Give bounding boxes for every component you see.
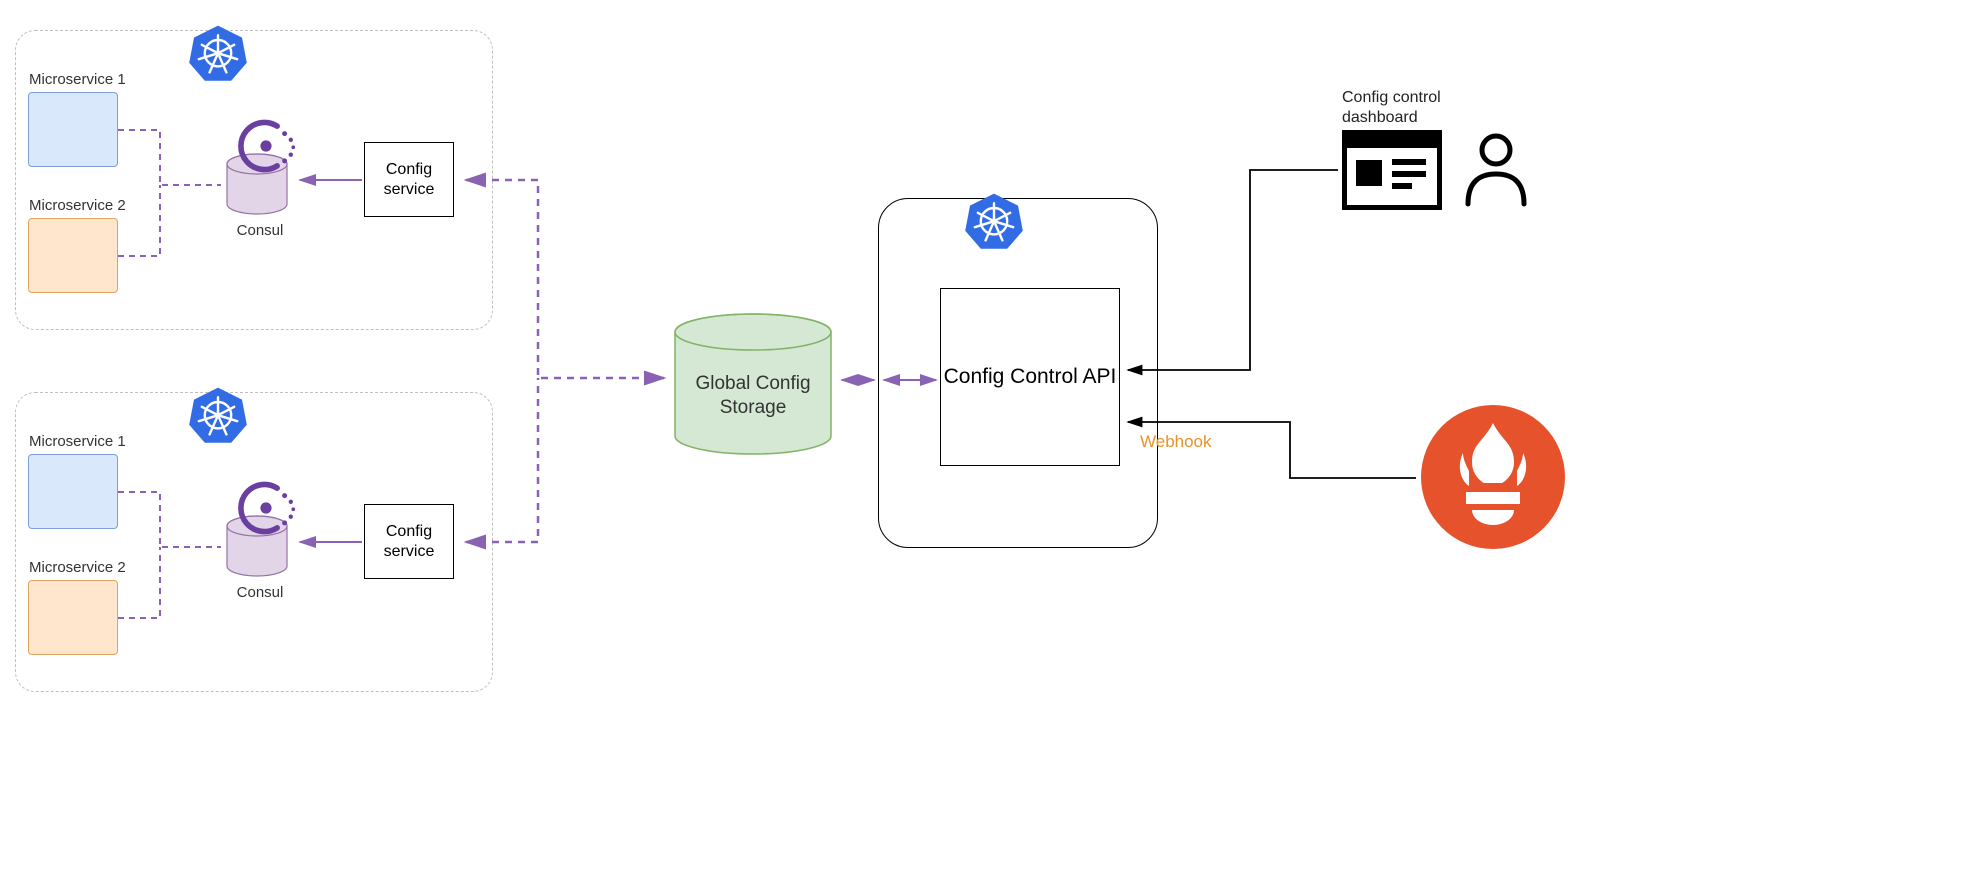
global-storage-label: Global Config Storage	[688, 372, 818, 420]
config-service-box: Config service	[364, 504, 454, 579]
config-control-api-label: Config Control API	[944, 363, 1117, 390]
microservice-1-label: Microservice 1	[29, 71, 126, 88]
microservice-1-box: Microservice 1	[28, 454, 118, 529]
microservice-2-box: Microservice 2	[28, 218, 118, 293]
user-icon	[1462, 132, 1530, 208]
config-service-box: Config service	[364, 142, 454, 217]
config-control-api-box: Config Control API	[940, 288, 1120, 466]
kubernetes-icon	[188, 22, 248, 82]
consul-label: Consul	[235, 584, 285, 601]
dashboard-icon	[1342, 130, 1442, 210]
prometheus-icon	[1418, 402, 1568, 552]
consul-label: Consul	[235, 222, 285, 239]
kubernetes-icon	[964, 190, 1024, 250]
dashboard-title: Config control dashboard	[1342, 88, 1482, 128]
webhook-label: Webhook	[1140, 432, 1212, 452]
microservice-2-label: Microservice 2	[29, 197, 126, 214]
config-service-label: Config service	[365, 522, 453, 560]
diagram-canvas: Microservice 1 Microservice 2 Consul Con…	[0, 0, 1963, 872]
consul-icon	[235, 477, 297, 539]
config-service-label: Config service	[365, 160, 453, 198]
microservice-1-box: Microservice 1	[28, 92, 118, 167]
kubernetes-icon	[188, 384, 248, 444]
microservice-2-box: Microservice 2	[28, 580, 118, 655]
consul-icon	[235, 115, 297, 177]
microservice-1-label: Microservice 1	[29, 433, 126, 450]
microservice-2-label: Microservice 2	[29, 559, 126, 576]
